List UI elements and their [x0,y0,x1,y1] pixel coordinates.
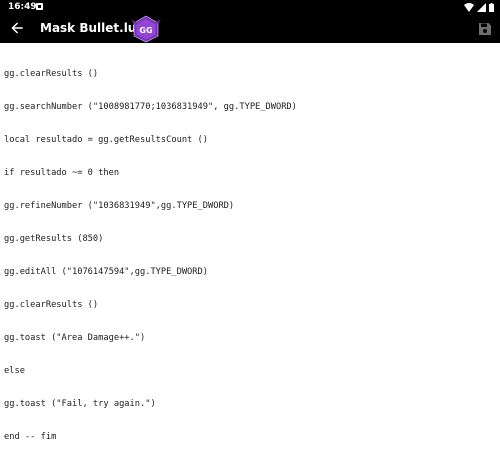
app-bar: Mask Bullet.lua GG [0,14,500,43]
code-text[interactable]: gg.clearResults () gg.searchNumber ("100… [4,47,496,465]
status-bar: 16:49 [0,0,500,14]
save-button[interactable] [478,21,492,35]
status-time: 16:49 [8,2,37,12]
code-line: gg.clearResults () [4,69,99,79]
save-icon [479,23,491,35]
code-line: end -- fim [4,432,57,442]
arrow-left-icon [11,22,23,34]
battery-icon [489,2,494,12]
signal-icon [477,2,486,12]
status-icons [464,0,494,14]
wifi-icon [464,2,474,12]
code-editor[interactable]: gg.clearResults () gg.searchNumber ("100… [0,43,500,442]
code-line: gg.searchNumber ("1008981770;1036831949"… [4,102,297,112]
code-line: if resultado ~= 0 then [4,168,120,178]
logo-text: GG [139,26,152,35]
code-line: gg.getResults (850) [4,234,104,244]
code-line: gg.refineNumber ("1036831949",gg.TYPE_DW… [4,201,235,211]
code-line: gg.toast ("Area Damage++.") [4,333,146,343]
code-line: gg.editAll ("1076147594",gg.TYPE_DWORD) [4,267,208,277]
code-line: local resultado = gg.getResultsCount () [4,135,208,145]
back-button[interactable] [8,19,26,37]
code-line: else [4,366,25,376]
code-line: gg.clearResults () [4,300,99,310]
notification-icon [36,3,43,10]
app-title: Mask Bullet.lua [40,21,145,35]
gameguardian-logo: GG [131,15,161,43]
code-line: gg.toast ("Fail, try again.") [4,399,156,409]
